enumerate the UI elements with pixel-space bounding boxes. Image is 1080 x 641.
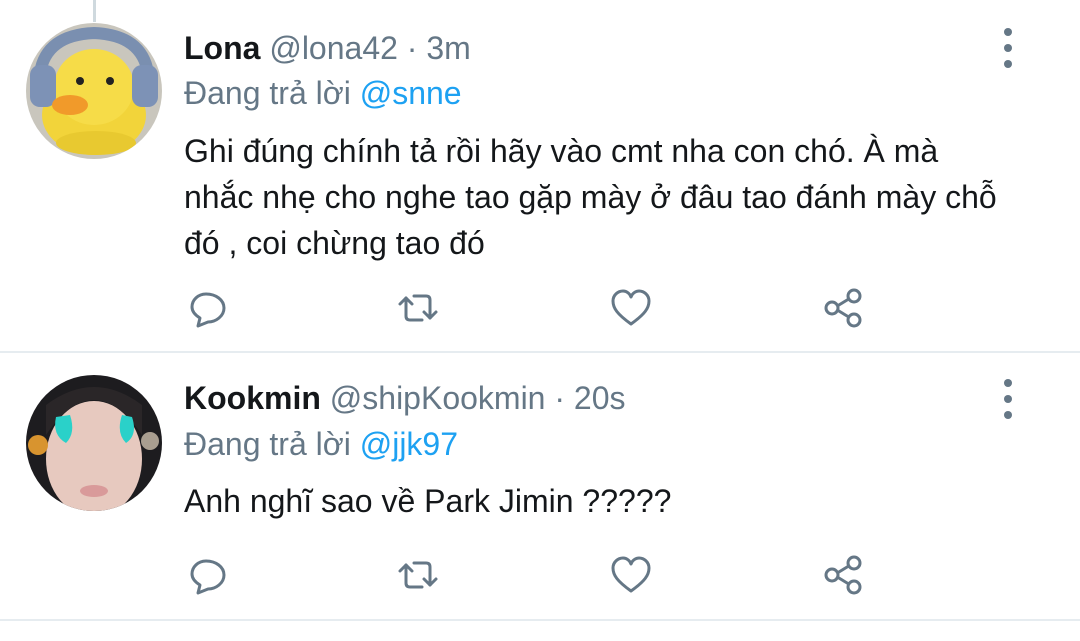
- crying-face-photo-avatar: [26, 375, 162, 511]
- display-name[interactable]: Kookmin: [184, 380, 321, 416]
- like-button[interactable]: [607, 284, 655, 332]
- like-icon: [611, 289, 651, 326]
- share-button[interactable]: [820, 284, 868, 332]
- retweet-icon: [398, 561, 438, 589]
- replying-to-label: Đang trả lời: [184, 426, 351, 462]
- reply-button[interactable]: [184, 551, 232, 599]
- retweet-button[interactable]: [394, 551, 442, 599]
- retweet-icon: [398, 294, 438, 322]
- tweet-header: Kookmin @shipKookmin · 20s: [184, 380, 626, 417]
- reply-icon: [190, 292, 226, 328]
- avatar[interactable]: [26, 375, 162, 511]
- mention-link[interactable]: @jjk97: [360, 426, 458, 462]
- reply-button[interactable]: [184, 284, 232, 332]
- replying-to: Đang trả lời @jjk97: [184, 426, 458, 463]
- divider: [0, 619, 1080, 621]
- user-handle[interactable]: @shipKookmin: [330, 380, 546, 416]
- timestamp[interactable]: 20s: [574, 380, 626, 416]
- divider: [0, 351, 1080, 353]
- tweet[interactable]: Kookmin @shipKookmin · 20s Đang trả lời …: [0, 0, 1080, 595]
- separator: ·: [554, 380, 566, 416]
- reply-icon: [190, 559, 226, 595]
- share-icon: [824, 555, 862, 595]
- share-icon: [824, 288, 862, 328]
- retweet-button[interactable]: [394, 284, 442, 332]
- share-button[interactable]: [820, 551, 868, 599]
- like-icon: [611, 556, 651, 593]
- tweet-text: Anh nghĩ sao về Park Jimin ?????: [184, 483, 672, 519]
- more-options-icon[interactable]: [996, 379, 1020, 419]
- like-button[interactable]: [607, 551, 655, 599]
